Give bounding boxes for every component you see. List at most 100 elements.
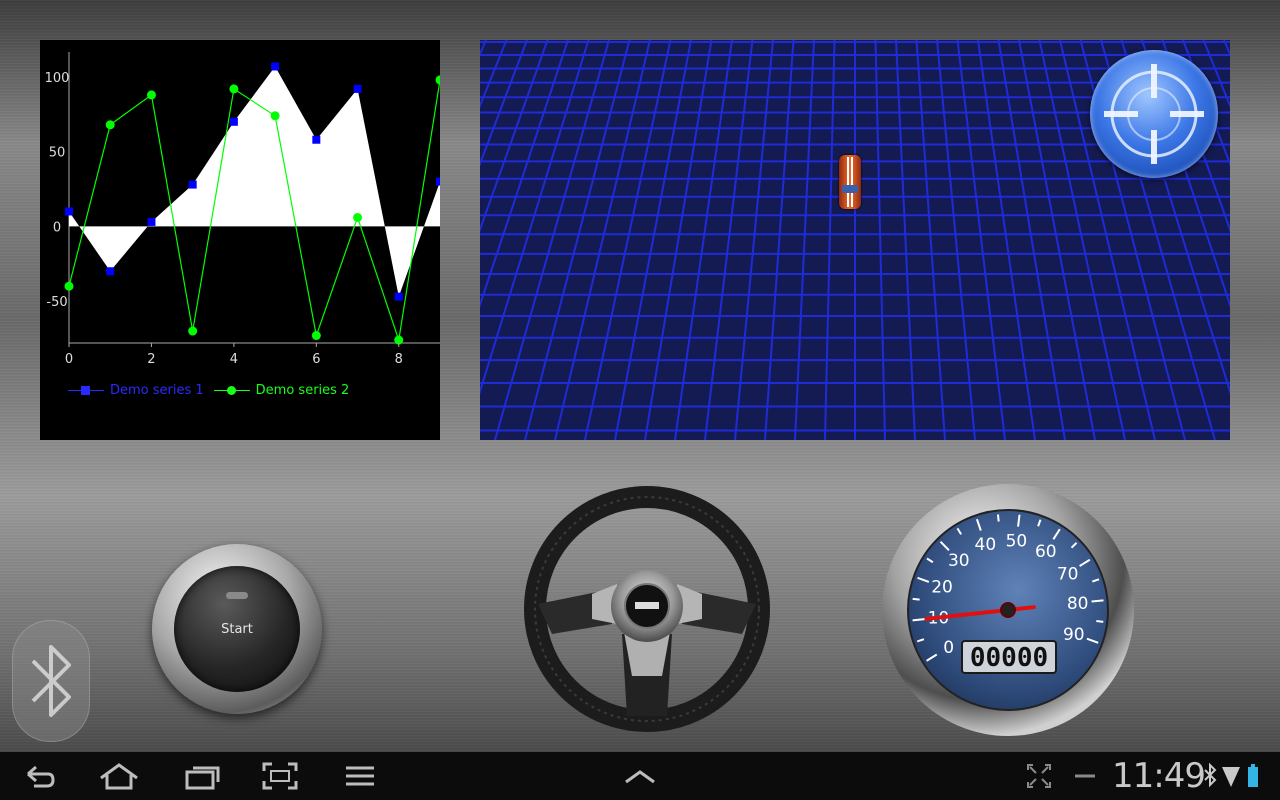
y-tick-label: -50 xyxy=(46,295,67,310)
menu-button[interactable] xyxy=(342,760,378,792)
grid-line-vertical xyxy=(794,40,815,440)
series-1-point xyxy=(436,177,440,186)
bluetooth-icon xyxy=(31,645,71,717)
grid-line-vertical xyxy=(734,40,774,440)
x-tick-label: 6 xyxy=(312,352,320,367)
grid-line-vertical xyxy=(895,40,916,440)
series-2-point xyxy=(435,75,440,85)
gauge-tick-label: 90 xyxy=(1063,625,1085,645)
recent-apps-icon xyxy=(185,766,220,790)
series-1-point xyxy=(229,117,238,126)
series-1-point xyxy=(394,292,403,301)
series-1-point xyxy=(106,267,115,276)
x-tick-label: 0 xyxy=(65,352,73,367)
grid-line-vertical xyxy=(644,40,713,440)
gauge-tick xyxy=(1091,599,1104,603)
notification-minus xyxy=(1072,760,1098,792)
series-2-point xyxy=(311,331,321,341)
race-car-sprite xyxy=(839,155,861,209)
grid-line-vertical xyxy=(915,40,946,440)
gauge-tick xyxy=(996,514,1000,522)
grid-line-vertical xyxy=(956,40,1006,440)
quick-panel-button[interactable] xyxy=(622,760,658,792)
grid-line-vertical xyxy=(584,40,672,440)
series-2-point xyxy=(188,326,198,336)
grid-line-vertical xyxy=(480,40,590,395)
home-icon xyxy=(100,763,138,790)
gauge-tick-label: 70 xyxy=(1057,564,1079,584)
legend-label-series-2: Demo series 2 xyxy=(255,383,350,398)
crosshair-icon xyxy=(1104,64,1204,164)
battery-icon xyxy=(1248,764,1258,787)
speedometer-gauge: 0102030405060708090 00000 xyxy=(880,482,1136,738)
fullscreen-button[interactable] xyxy=(1024,760,1054,792)
speedometer-dial: 0102030405060708090 00000 xyxy=(882,484,1134,736)
start-button-label: Start xyxy=(221,622,253,637)
y-tick-label: 0 xyxy=(53,220,61,235)
grid-line-vertical xyxy=(824,40,836,440)
grid-line-vertical xyxy=(764,40,795,440)
gauge-tick xyxy=(912,618,925,622)
gauge-tick xyxy=(912,597,920,601)
gauge-tick-label: 30 xyxy=(948,551,970,571)
legend-marker-circle xyxy=(213,385,250,397)
home-button[interactable] xyxy=(96,760,142,792)
gauge-tick-label: 50 xyxy=(1006,532,1028,552)
chart-legend: Demo series 1 Demo series 2 xyxy=(68,383,349,398)
legend-label-series-1: Demo series 1 xyxy=(110,383,204,398)
y-tick-label: 50 xyxy=(49,146,66,161)
screenshot-icon xyxy=(262,762,298,790)
back-button[interactable] xyxy=(20,760,60,792)
recent-apps-button[interactable] xyxy=(182,760,222,792)
status-battery xyxy=(1246,760,1260,792)
grid-line-vertical xyxy=(874,40,886,440)
gauge-tick-label: 60 xyxy=(1035,542,1057,562)
gauge-tick xyxy=(1096,620,1104,623)
status-wifi xyxy=(1220,760,1242,792)
series-2-point xyxy=(353,212,363,222)
gauge-tick-label: 20 xyxy=(931,578,953,598)
start-button-bezel: Start xyxy=(152,544,322,714)
line-chart: 0 2 4 6 8 100 50 0 -50 xyxy=(45,52,440,367)
series-1-point xyxy=(353,84,362,93)
grid-line-vertical xyxy=(524,40,631,440)
grid-line-vertical xyxy=(936,40,976,440)
x-tick-label: 2 xyxy=(147,352,155,367)
bluetooth-icon xyxy=(1204,762,1217,788)
series-1-point xyxy=(147,217,156,226)
y-tick-label: 100 xyxy=(45,71,70,86)
chevron-up-icon xyxy=(625,770,655,784)
grid-line-vertical xyxy=(614,40,692,440)
start-led-indicator xyxy=(226,592,248,599)
track-grid-view[interactable] xyxy=(480,40,1230,440)
odometer-readout: 00000 xyxy=(970,643,1048,673)
grid-line-vertical xyxy=(480,40,528,167)
fullscreen-icon xyxy=(1027,764,1051,788)
series-2-point xyxy=(229,84,239,94)
gauge-tick-label: 0 xyxy=(943,638,954,658)
line-chart-panel: 0 2 4 6 8 100 50 0 -50 Demo series 1 Demo series… xyxy=(40,40,440,440)
series-1-point xyxy=(271,62,280,71)
system-navigation-bar: 11:49 xyxy=(0,752,1280,800)
gauge-needle-hub xyxy=(1000,602,1016,618)
series-2-point xyxy=(146,90,156,100)
legend-marker-square xyxy=(68,385,104,397)
bluetooth-toggle[interactable] xyxy=(12,620,90,742)
steering-wheel[interactable] xyxy=(522,484,772,734)
crosshair-button[interactable] xyxy=(1090,50,1218,178)
screenshot-button[interactable] xyxy=(260,760,300,792)
grid-line-vertical xyxy=(977,40,1036,440)
gauge-tick-label: 40 xyxy=(975,535,997,555)
x-tick-label: 8 xyxy=(395,352,403,367)
legend-item-series-1: Demo series 1 xyxy=(68,383,204,398)
grid-line-vertical xyxy=(480,40,569,308)
series-1-point xyxy=(188,180,197,189)
status-clock: 11:49 xyxy=(1112,756,1206,796)
start-button[interactable]: Start xyxy=(174,566,300,692)
legend-item-series-2: Demo series 2 xyxy=(213,383,350,398)
series-2-point xyxy=(270,111,280,121)
back-icon xyxy=(27,765,55,788)
grid-line-vertical xyxy=(704,40,754,440)
wifi-icon xyxy=(1222,767,1240,787)
grid-line-vertical xyxy=(1018,40,1096,440)
